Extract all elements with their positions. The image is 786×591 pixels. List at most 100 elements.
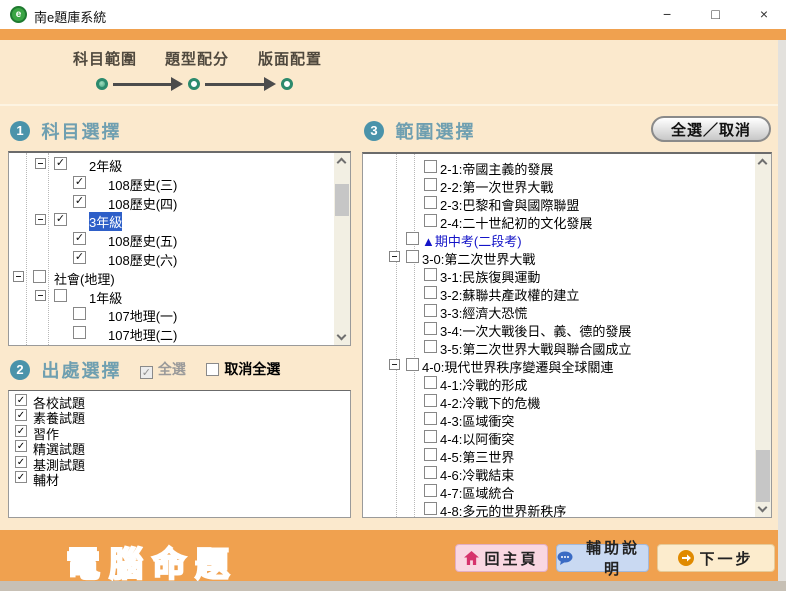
tree-checkbox[interactable]: [424, 412, 437, 425]
tree-row[interactable]: 108歷史(五): [9, 230, 334, 249]
scroll-thumb[interactable]: [756, 450, 770, 502]
list-item[interactable]: 素養試題: [13, 408, 346, 423]
tree-checkbox[interactable]: [424, 448, 437, 461]
tree-checkbox[interactable]: [424, 484, 437, 497]
tree-row[interactable]: 4-0:現代世界秩序變遷與全球關連: [363, 356, 755, 374]
tree-checkbox[interactable]: [73, 176, 86, 189]
tree-row[interactable]: 4-7:區域統合: [363, 482, 755, 500]
subject-tree-scrollbar[interactable]: [334, 153, 350, 345]
tree-row[interactable]: 108歷史(六): [9, 249, 334, 268]
scroll-up-icon[interactable]: [755, 154, 771, 170]
tree-checkbox[interactable]: [424, 268, 437, 281]
tree-label[interactable]: 108歷史(五): [108, 231, 177, 250]
tree-row[interactable]: 2-2:第一次世界大戰: [363, 176, 755, 194]
tree-label[interactable]: 107地理(二): [108, 325, 177, 344]
list-item[interactable]: 各校試題: [13, 393, 346, 408]
tree-row[interactable]: 2年級: [9, 155, 334, 174]
tree-row[interactable]: 4-4:以阿衝突: [363, 428, 755, 446]
expander-icon[interactable]: [13, 271, 24, 282]
scope-tree-scrollbar[interactable]: [755, 154, 771, 517]
list-checkbox[interactable]: [15, 425, 27, 437]
tree-row[interactable]: 3年級: [9, 211, 334, 230]
tree-checkbox[interactable]: [424, 430, 437, 443]
tree-checkbox[interactable]: [424, 322, 437, 335]
close-button[interactable]: ×: [742, 0, 786, 29]
tree-checkbox[interactable]: [73, 307, 86, 320]
tree-label[interactable]: 3年級: [89, 212, 122, 231]
tree-label[interactable]: 107地理(一): [108, 306, 177, 325]
tree-checkbox[interactable]: [424, 502, 437, 515]
scroll-down-icon[interactable]: [755, 501, 771, 517]
tree-label[interactable]: 2年級: [89, 156, 122, 175]
tree-checkbox[interactable]: [54, 289, 67, 302]
tree-checkbox[interactable]: [424, 340, 437, 353]
expander-icon[interactable]: [35, 290, 46, 301]
tree-row[interactable]: 3-0:第二次世界大戰: [363, 248, 755, 266]
tree-row[interactable]: 3-2:蘇聯共產政權的建立: [363, 284, 755, 302]
scroll-thumb[interactable]: [335, 184, 349, 216]
tree-checkbox[interactable]: [406, 232, 419, 245]
tree-checkbox[interactable]: [54, 213, 67, 226]
tree-checkbox[interactable]: [406, 250, 419, 263]
tree-row[interactable]: 4-8:多元的世界新秩序: [363, 500, 755, 518]
tree-label[interactable]: 4-8:多元的世界新秩序: [440, 501, 566, 518]
list-item[interactable]: 輔材: [13, 470, 346, 485]
scroll-up-icon[interactable]: [334, 153, 350, 169]
tree-label[interactable]: 社會(地理): [54, 269, 115, 288]
tree-checkbox[interactable]: [54, 345, 67, 346]
list-item[interactable]: 基測試題: [13, 455, 346, 470]
tree-checkbox[interactable]: [73, 232, 86, 245]
minimize-button[interactable]: −: [645, 0, 689, 29]
tree-checkbox[interactable]: [54, 157, 67, 170]
tree-label[interactable]: 108歷史(三): [108, 175, 177, 194]
scope-tree[interactable]: 2-1:帝國主義的發展2-2:第一次世界大戰2-3:巴黎和會與國際聯盟2-4:二…: [362, 152, 772, 518]
list-checkbox[interactable]: [15, 471, 27, 483]
tree-checkbox[interactable]: [424, 376, 437, 389]
home-button[interactable]: 回主頁: [455, 544, 548, 572]
select-toggle-button[interactable]: 全選／取消: [651, 116, 771, 142]
list-checkbox[interactable]: [15, 394, 27, 406]
tree-label[interactable]: 108歷史(六): [108, 250, 177, 269]
list-checkbox[interactable]: [15, 409, 27, 421]
list-item[interactable]: 習作: [13, 424, 346, 439]
tree-row[interactable]: 4-3:區域衝突: [363, 410, 755, 428]
tree-checkbox[interactable]: [73, 195, 86, 208]
list-checkbox[interactable]: [15, 440, 27, 452]
tree-row[interactable]: 3-4:一次大戰後日、義、德的發展: [363, 320, 755, 338]
tree-checkbox[interactable]: [424, 304, 437, 317]
tree-checkbox[interactable]: [424, 196, 437, 209]
tree-row[interactable]: 4-5:第三世界: [363, 446, 755, 464]
list-checkbox[interactable]: [15, 456, 27, 468]
tree-row[interactable]: 1年級: [9, 287, 334, 306]
expander-icon[interactable]: [35, 214, 46, 225]
tree-row[interactable]: 3-1:民族復興運動: [363, 266, 755, 284]
tree-row[interactable]: 2-1:帝國主義的發展: [363, 158, 755, 176]
expander-icon[interactable]: [35, 158, 46, 169]
tree-row[interactable]: 3-3:經濟大恐慌: [363, 302, 755, 320]
help-button[interactable]: 輔助說明: [556, 544, 649, 572]
tree-checkbox[interactable]: [424, 178, 437, 191]
tree-checkbox[interactable]: [424, 394, 437, 407]
tree-checkbox[interactable]: [424, 214, 437, 227]
select-all-checkbox[interactable]: [140, 366, 153, 379]
tree-row[interactable]: 2-3:巴黎和會與國際聯盟: [363, 194, 755, 212]
tree-label[interactable]: 108歷史(四): [108, 194, 177, 213]
maximize-button[interactable]: □: [694, 0, 738, 29]
expander-icon[interactable]: [389, 359, 400, 370]
tree-checkbox[interactable]: [424, 286, 437, 299]
expander-icon[interactable]: [389, 251, 400, 262]
tree-checkbox[interactable]: [73, 326, 86, 339]
tree-checkbox[interactable]: [73, 251, 86, 264]
tree-checkbox[interactable]: [424, 160, 437, 173]
list-label[interactable]: 輔材: [33, 470, 59, 489]
list-item[interactable]: 精選試題: [13, 439, 346, 454]
tree-checkbox[interactable]: [33, 270, 46, 283]
tree-row[interactable]: 108歷史(四): [9, 193, 334, 212]
tree-checkbox[interactable]: [424, 466, 437, 479]
scroll-down-icon[interactable]: [334, 329, 350, 345]
tree-row[interactable]: ▲期中考(二段考): [363, 230, 755, 248]
tree-row[interactable]: 107地理(一): [9, 305, 334, 324]
tree-label[interactable]: 1年級: [89, 288, 122, 307]
tree-row[interactable]: 2-4:二十世紀初的文化發展: [363, 212, 755, 230]
subject-tree[interactable]: 2年級108歷史(三)108歷史(四)3年級108歷史(五)108歷史(六)社會…: [8, 151, 351, 346]
